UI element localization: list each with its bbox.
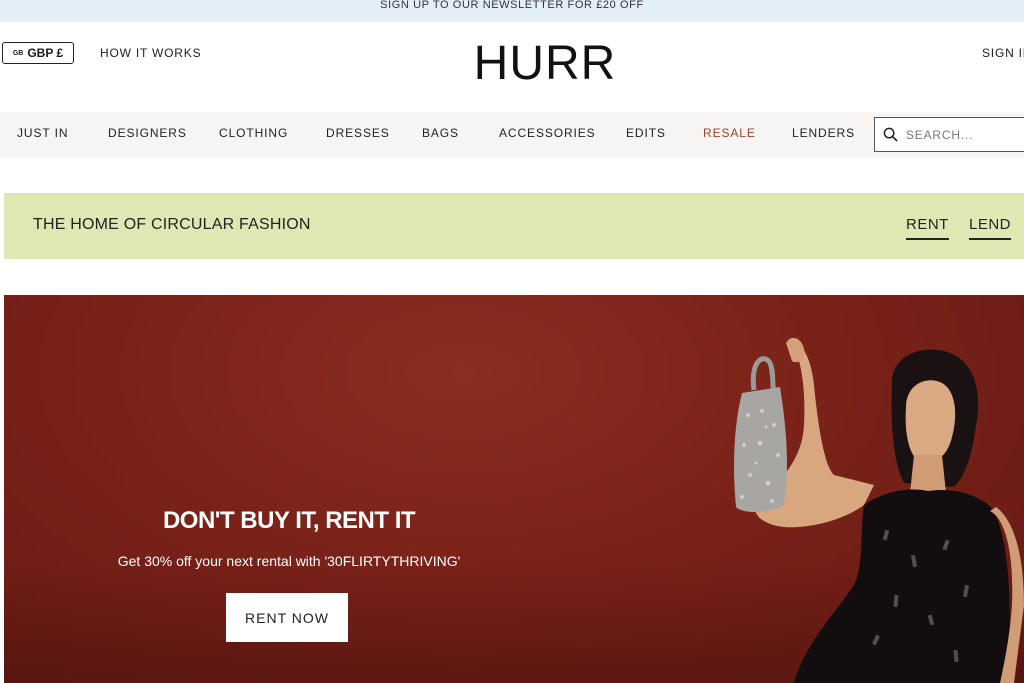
circular-fashion-title: THE HOME OF CIRCULAR FASHION bbox=[33, 216, 311, 233]
nav-item-resale[interactable]: RESALE bbox=[703, 126, 756, 140]
nav-item-edits[interactable]: EDITS bbox=[626, 126, 666, 140]
search-box[interactable] bbox=[874, 117, 1024, 152]
hero-headline: DON'T BUY IT, RENT IT bbox=[162, 507, 416, 534]
currency-label: GBP £ bbox=[27, 46, 64, 60]
gb-flag-icon: GB bbox=[12, 49, 24, 57]
search-icon[interactable] bbox=[883, 127, 898, 142]
nav-item-bags[interactable]: BAGS bbox=[422, 126, 459, 140]
site-header: GB GBP £ HOW IT WORKS HURR SIGN IN bbox=[0, 22, 1024, 112]
hero-banner: DON'T BUY IT, RENT IT Get 30% off your n… bbox=[4, 295, 1024, 683]
nav-item-lenders[interactable]: LENDERS bbox=[792, 126, 855, 140]
nav-item-designers[interactable]: DESIGNERS bbox=[108, 126, 187, 140]
how-it-works-link[interactable]: HOW IT WORKS bbox=[100, 46, 201, 60]
sign-in-link[interactable]: SIGN IN bbox=[982, 46, 1024, 60]
rent-link[interactable]: RENT bbox=[906, 216, 949, 240]
nav-item-dresses[interactable]: DRESSES bbox=[326, 126, 390, 140]
hurr-logo[interactable]: HURR bbox=[470, 36, 620, 91]
circular-fashion-banner: THE HOME OF CIRCULAR FASHION RENT LEND bbox=[4, 193, 1024, 259]
main-navigation: JUST IN DESIGNERS CLOTHING DRESSES BAGS … bbox=[0, 112, 1024, 158]
model-holding-bag-image bbox=[734, 337, 1024, 683]
nav-item-clothing[interactable]: CLOTHING bbox=[219, 126, 288, 140]
search-input[interactable] bbox=[906, 127, 1016, 142]
lend-link[interactable]: LEND bbox=[969, 216, 1012, 240]
newsletter-promo-text[interactable]: SIGN UP TO OUR NEWSLETTER FOR £20 OFF bbox=[380, 0, 644, 11]
hero-promo-text: Get 30% off your next rental with '30FLI… bbox=[117, 553, 461, 569]
newsletter-promo-bar[interactable]: SIGN UP TO OUR NEWSLETTER FOR £20 OFF bbox=[0, 0, 1024, 22]
nav-item-just-in[interactable]: JUST IN bbox=[17, 126, 68, 140]
currency-selector[interactable]: GB GBP £ bbox=[2, 42, 74, 64]
nav-item-accessories[interactable]: ACCESSORIES bbox=[499, 126, 596, 140]
rent-now-button[interactable]: RENT NOW bbox=[226, 593, 348, 642]
